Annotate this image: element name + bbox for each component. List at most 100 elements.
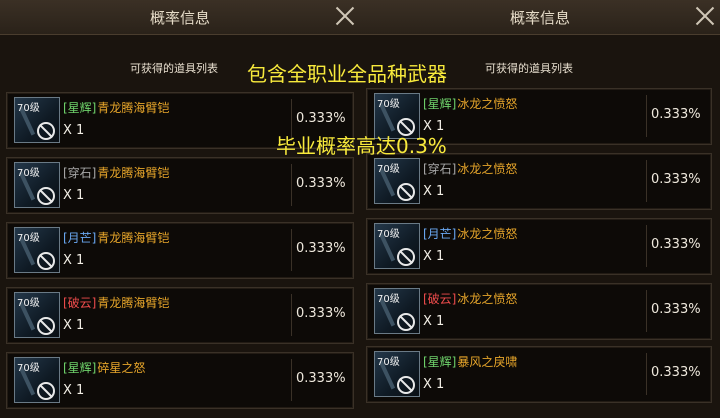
item-level: 70级: [377, 99, 400, 110]
item-title: 青龙腾海臂铠: [97, 101, 170, 115]
item-list-label: 可获得的道具列表: [485, 62, 573, 75]
list-item[interactable]: 70级 [星辉]暴风之戾啸 X 1 0.333%: [366, 346, 712, 403]
item-name: [星辉]冰龙之愤怒: [423, 95, 517, 112]
item-icon[interactable]: 70级: [14, 357, 60, 403]
divider: [291, 294, 292, 336]
item-icon[interactable]: 70级: [14, 97, 60, 143]
item-quantity: X 1: [63, 383, 85, 398]
quality-tag: [破云]: [423, 292, 457, 306]
drop-probability: 0.333%: [651, 302, 701, 317]
drop-probability: 0.333%: [651, 107, 701, 122]
no-trade-icon: [397, 183, 415, 201]
item-level: 70级: [17, 363, 40, 374]
item-icon[interactable]: 70级: [14, 292, 60, 338]
list-item[interactable]: 70级 [破云]青龙腾海臂铠 X 1 0.333%: [6, 287, 354, 344]
drop-probability: 0.333%: [296, 306, 346, 321]
divider: [646, 95, 647, 137]
item-title: 冰龙之愤怒: [457, 292, 518, 306]
panel-header: 概率信息: [360, 0, 720, 35]
drop-probability: 0.333%: [296, 371, 346, 386]
no-trade-icon: [37, 317, 55, 335]
item-title: 青龙腾海臂铠: [97, 166, 170, 180]
divider: [291, 164, 292, 206]
item-name: [星辉]碎星之怒: [63, 359, 145, 376]
divider: [646, 160, 647, 202]
item-list-label: 可获得的道具列表: [130, 62, 218, 75]
divider: [646, 353, 647, 395]
item-title: 冰龙之愤怒: [457, 162, 518, 176]
item-icon[interactable]: 70级: [374, 351, 420, 397]
quality-tag: [星辉]: [423, 97, 457, 111]
no-trade-icon: [37, 252, 55, 270]
item-level: 70级: [17, 168, 40, 179]
item-quantity: X 1: [423, 184, 445, 199]
item-name: [月芒]青龙腾海臂铠: [63, 229, 169, 246]
item-name: [穿石]青龙腾海臂铠: [63, 164, 169, 181]
item-quantity: X 1: [63, 318, 85, 333]
quality-tag: [星辉]: [423, 355, 457, 369]
item-name: [星辉]青龙腾海臂铠: [63, 99, 169, 116]
no-trade-icon: [37, 187, 55, 205]
list-item[interactable]: 70级 [穿石]青龙腾海臂铠 X 1 0.333%: [6, 157, 354, 214]
quality-tag: [月芒]: [63, 231, 97, 245]
panel-title: 概率信息: [149, 9, 210, 27]
drop-probability: 0.333%: [296, 176, 346, 191]
item-title: 青龙腾海臂铠: [97, 296, 170, 310]
quality-tag: [月芒]: [423, 227, 457, 241]
item-name: [破云]冰龙之愤怒: [423, 290, 517, 307]
drop-probability: 0.333%: [296, 111, 346, 126]
no-trade-icon: [397, 248, 415, 266]
divider: [646, 290, 647, 332]
item-quantity: X 1: [63, 253, 85, 268]
item-quantity: X 1: [63, 123, 85, 138]
item-title: 冰龙之愤怒: [457, 227, 518, 241]
list-item[interactable]: 70级 [月芒]青龙腾海臂铠 X 1 0.333%: [6, 222, 354, 279]
item-name: [月芒]冰龙之愤怒: [423, 225, 517, 242]
quality-tag: [穿石]: [423, 162, 457, 176]
item-level: 70级: [17, 233, 40, 244]
no-trade-icon: [397, 376, 415, 394]
promo-caption-probability: 毕业概率高达0.3%: [276, 134, 447, 158]
item-level: 70级: [17, 298, 40, 309]
no-trade-icon: [37, 122, 55, 140]
list-item[interactable]: 70级 [月芒]冰龙之愤怒 X 1 0.333%: [366, 218, 712, 275]
item-quantity: X 1: [423, 249, 445, 264]
list-item[interactable]: 70级 [破云]冰龙之愤怒 X 1 0.333%: [366, 283, 712, 340]
item-quantity: X 1: [63, 188, 85, 203]
item-icon[interactable]: 70级: [14, 162, 60, 208]
list-item[interactable]: 70级 [穿石]冰龙之愤怒 X 1 0.333%: [366, 153, 712, 210]
item-name: [穿石]冰龙之愤怒: [423, 160, 517, 177]
drop-probability: 0.333%: [651, 237, 701, 252]
quality-tag: [星辉]: [63, 101, 97, 115]
item-icon[interactable]: 70级: [374, 223, 420, 269]
quality-tag: [穿石]: [63, 166, 97, 180]
item-name: [破云]青龙腾海臂铠: [63, 294, 169, 311]
item-level: 70级: [377, 164, 400, 175]
item-name: [星辉]暴风之戾啸: [423, 353, 517, 370]
item-level: 70级: [377, 294, 400, 305]
item-level: 70级: [17, 103, 40, 114]
no-trade-icon: [397, 313, 415, 331]
panel-header: 概率信息: [0, 0, 360, 35]
item-quantity: X 1: [423, 377, 445, 392]
item-title: 青龙腾海臂铠: [97, 231, 170, 245]
item-level: 70级: [377, 229, 400, 240]
quality-tag: [破云]: [63, 296, 97, 310]
item-title: 冰龙之愤怒: [457, 97, 518, 111]
drop-probability: 0.333%: [651, 172, 701, 187]
item-title: 碎星之怒: [97, 361, 146, 375]
list-item[interactable]: 70级 [星辉]碎星之怒 X 1 0.333%: [6, 352, 354, 409]
promo-caption-weapons: 包含全职业全品种武器: [247, 62, 447, 86]
item-quantity: X 1: [423, 314, 445, 329]
no-trade-icon: [37, 382, 55, 400]
drop-probability: 0.333%: [651, 365, 701, 380]
close-icon[interactable]: [334, 5, 356, 27]
item-icon[interactable]: 70级: [14, 227, 60, 273]
item-icon[interactable]: 70级: [374, 158, 420, 204]
divider: [291, 359, 292, 401]
close-icon[interactable]: [694, 5, 716, 27]
item-level: 70级: [377, 357, 400, 368]
quality-tag: [星辉]: [63, 361, 97, 375]
item-title: 暴风之戾啸: [457, 355, 518, 369]
item-icon[interactable]: 70级: [374, 288, 420, 334]
